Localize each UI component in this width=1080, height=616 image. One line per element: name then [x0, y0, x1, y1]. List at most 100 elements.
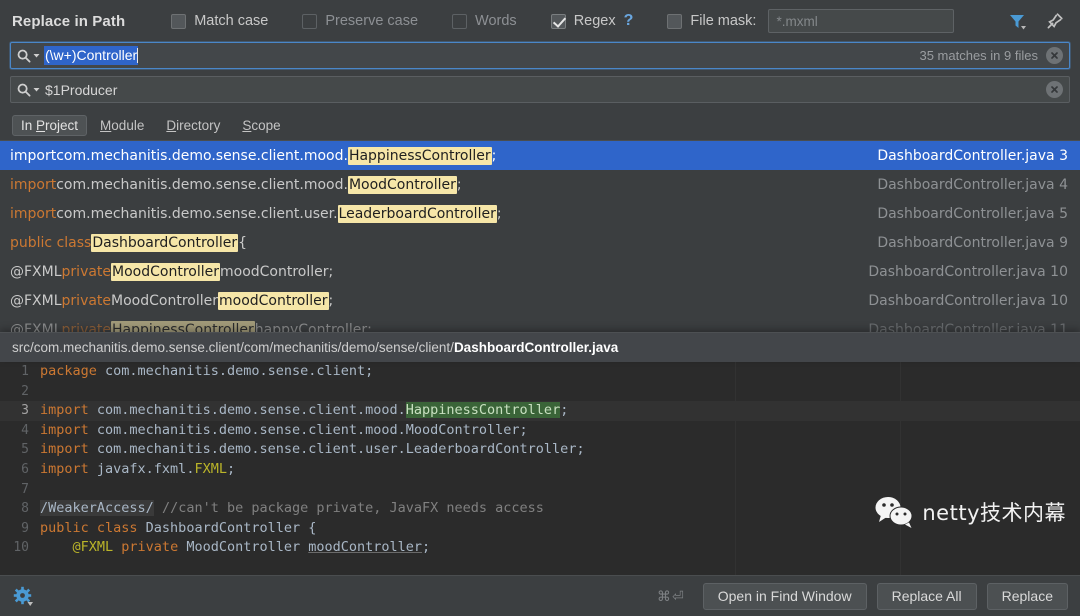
result-token: MoodController: [111, 292, 218, 309]
result-file-label: DashboardController.java 3: [877, 147, 1068, 164]
preserve-case-check-box[interactable]: [302, 13, 318, 29]
code-line: 2: [0, 382, 1080, 402]
file-mask-input[interactable]: *.mxml: [768, 9, 955, 33]
dialog-title: Replace in Path: [12, 12, 126, 30]
result-file-label: DashboardController.java 11: [868, 321, 1068, 333]
result-token: import: [10, 205, 57, 222]
file-mask-check-box[interactable]: [667, 13, 683, 29]
match-count-label: 35 matches in 9 files: [919, 48, 1038, 63]
scope-tab-directory[interactable]: Directory: [157, 115, 229, 136]
search-input-row[interactable]: (\w+)Controller 35 matches in 9 files: [10, 42, 1070, 69]
file-path-filename: DashboardController.java: [453, 340, 619, 355]
code-text: import com.mechanitis.demo.sense.client.…: [40, 421, 528, 441]
regex-checkbox[interactable]: Regex ?: [550, 12, 634, 30]
result-match-highlight: DashboardController: [91, 233, 239, 252]
result-token: @FXML: [10, 321, 62, 333]
scope-tab-module[interactable]: Module: [91, 115, 153, 136]
replace-input-row[interactable]: $1Producer: [10, 76, 1070, 103]
result-token: ;: [491, 147, 497, 164]
code-preview[interactable]: 1 package com.mechanitis.demo.sense.clien…: [0, 362, 1080, 575]
regex-help-icon[interactable]: ?: [624, 12, 634, 30]
code-token: HappinessController: [405, 402, 561, 419]
dialog-footer: ⌘⏎ Open in Find Window Replace All Repla…: [0, 575, 1080, 616]
words-label: Words: [475, 13, 517, 29]
result-row[interactable]: public class DashboardController {Dashbo…: [0, 228, 1080, 257]
replace-input-value[interactable]: $1Producer: [45, 82, 117, 98]
result-text: @FXML private MoodController moodControl…: [10, 262, 334, 281]
code-token: javafx.fxml.: [88, 460, 195, 477]
keyboard-shortcut-hint: ⌘⏎: [657, 587, 685, 604]
result-row[interactable]: @FXML private MoodController moodControl…: [0, 286, 1080, 315]
result-token: com.mechanitis.demo.sense.client.mood.: [56, 147, 348, 164]
match-case-checkbox[interactable]: Match case: [171, 13, 268, 29]
match-case-check-box[interactable]: [171, 13, 187, 29]
preserve-case-checkbox[interactable]: Preserve case: [302, 13, 418, 29]
code-text: import javafx.fxml.FXML;: [40, 460, 235, 480]
line-number: 6: [21, 461, 29, 477]
file-mask-checkbox[interactable]: File mask:: [667, 13, 756, 29]
code-line: 10 @FXML private MoodController moodCont…: [0, 538, 1080, 558]
search-input-value[interactable]: (\w+)Controller: [45, 46, 138, 65]
code-token: com.mechanitis.demo.sense.client;: [96, 363, 374, 379]
code-token: ;: [560, 402, 569, 419]
replace-button[interactable]: Replace: [986, 582, 1068, 610]
result-token: {: [238, 234, 248, 251]
result-row[interactable]: import com.mechanitis.demo.sense.client.…: [0, 170, 1080, 199]
result-row[interactable]: @FXML private MoodController moodControl…: [0, 257, 1080, 286]
line-number: 4: [21, 422, 29, 438]
code-token: ;: [226, 460, 236, 477]
result-row[interactable]: import com.mechanitis.demo.sense.client.…: [0, 199, 1080, 228]
words-checkbox[interactable]: Words: [452, 13, 517, 29]
pin-icon[interactable]: [1044, 10, 1066, 32]
result-row[interactable]: @FXML private HappinessController happyC…: [0, 315, 1080, 332]
scope-tab-in-project[interactable]: In Project: [12, 114, 88, 136]
code-token: import: [40, 460, 89, 477]
search-icon[interactable]: [11, 48, 45, 64]
result-text: @FXML private MoodController moodControl…: [10, 291, 334, 310]
code-line: 8/WeakerAccess/ //can't be package priva…: [0, 499, 1080, 519]
clear-search-icon[interactable]: [1046, 47, 1063, 64]
regex-check-box[interactable]: [550, 13, 566, 29]
clear-replace-icon[interactable]: [1046, 81, 1063, 98]
replace-search-icon[interactable]: [11, 82, 45, 98]
words-check-box[interactable]: [452, 13, 468, 29]
file-path-prefix: src/com.mechanitis.demo.sense.client/com…: [12, 340, 454, 355]
result-file-label: DashboardController.java 4: [877, 176, 1068, 193]
code-token: moodController: [308, 539, 423, 556]
result-match-highlight: LeaderboardController: [337, 204, 497, 223]
code-text: /WeakerAccess/ //can't be package privat…: [40, 499, 544, 519]
result-row[interactable]: import com.mechanitis.demo.sense.client.…: [0, 141, 1080, 170]
code-token: @FXML: [72, 539, 114, 556]
code-line: 1 package com.mechanitis.demo.sense.clien…: [0, 362, 1080, 382]
result-token: private: [61, 292, 112, 309]
code-text: @FXML private MoodController moodControl…: [40, 538, 431, 558]
code-token: import: [40, 421, 89, 438]
result-match-highlight: MoodController: [111, 262, 220, 281]
results-list[interactable]: import com.mechanitis.demo.sense.client.…: [0, 140, 1080, 332]
regex-label: Regex: [573, 13, 616, 29]
filter-icon[interactable]: [1006, 10, 1028, 32]
result-token: import: [10, 176, 57, 193]
result-file-label: DashboardController.java 9: [877, 234, 1068, 251]
replace-in-path-dialog: Replace in Path Match case Preserve case…: [0, 0, 1080, 616]
line-number: 5: [21, 442, 29, 458]
scope-tab-scope[interactable]: Scope: [233, 115, 289, 136]
replace-all-button[interactable]: Replace All: [876, 582, 977, 610]
result-token: moodController;: [220, 263, 334, 280]
code-token: MoodController: [178, 539, 309, 556]
result-match-highlight: MoodController: [347, 175, 457, 194]
gear-icon[interactable]: [12, 585, 34, 607]
code-token: private: [121, 539, 179, 556]
code-token: public class: [40, 519, 138, 536]
open-in-find-window-button[interactable]: Open in Find Window: [702, 582, 867, 610]
dialog-header: Replace in Path Match case Preserve case…: [0, 0, 1080, 42]
code-token: com.mechanitis.demo.sense.client.mood.Mo…: [88, 421, 528, 438]
result-token: private: [61, 263, 112, 280]
line-number: 10: [13, 540, 29, 556]
code-text: import com.mechanitis.demo.sense.client.…: [40, 401, 568, 421]
code-line: 9 public class DashboardController {: [0, 519, 1080, 539]
code-text: public class DashboardController {: [40, 519, 316, 539]
result-token: ;: [328, 292, 334, 309]
code-line: 7: [0, 480, 1080, 500]
code-text: import com.mechanitis.demo.sense.client.…: [40, 440, 585, 460]
